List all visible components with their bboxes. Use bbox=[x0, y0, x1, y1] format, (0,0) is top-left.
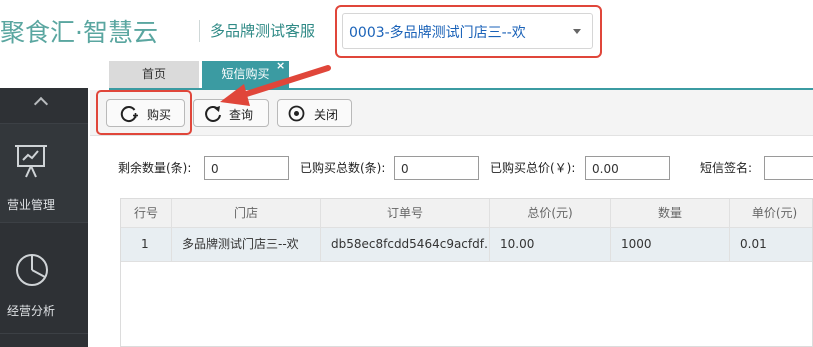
add-circle-icon bbox=[120, 106, 138, 123]
remaining-count-field[interactable]: 0 bbox=[204, 156, 289, 180]
presentation-board-icon bbox=[15, 145, 47, 178]
remaining-count-label: 剩余数量(条): bbox=[118, 161, 192, 175]
table-cell-store[interactable]: 多品牌测试门店三--欢 bbox=[172, 228, 321, 262]
table-cell-row-number[interactable]: 1 bbox=[121, 228, 172, 262]
orders-table: 行号 门店 订单号 总价(元) 数量 单价(元) 1 多品牌测试门店三--欢 d… bbox=[120, 198, 813, 347]
sms-signature-field[interactable] bbox=[764, 156, 813, 180]
sidebar-item-label: 营业管理 bbox=[6, 198, 55, 212]
column-header-row-number[interactable]: 行号 bbox=[121, 199, 172, 228]
table-empty-area bbox=[121, 262, 812, 346]
table-cell-order-number[interactable]: db58ec8fcdd5464c9acfdf… bbox=[321, 228, 490, 262]
chevron-down-icon[interactable] bbox=[573, 29, 581, 34]
store-select-value: 0003-多品牌测试门店三--欢 bbox=[349, 25, 526, 41]
purchased-count-label: 已购买总数(条): bbox=[300, 161, 386, 175]
table-cell-total-price[interactable]: 10.00 bbox=[490, 228, 611, 262]
column-header-order-number[interactable]: 订单号 bbox=[321, 199, 490, 228]
column-header-unit-price[interactable]: 单价(元) bbox=[730, 199, 812, 228]
tab-home[interactable]: 首页 bbox=[109, 61, 199, 88]
buy-button[interactable]: 购买 bbox=[106, 99, 185, 127]
sidebar-item-label: 经营分析 bbox=[6, 304, 55, 318]
annotation-arrow bbox=[220, 65, 331, 106]
buy-button-label: 购买 bbox=[147, 108, 172, 122]
sms-signature-label: 短信签名: bbox=[700, 161, 753, 175]
header-separator bbox=[199, 20, 200, 42]
purchased-total-price-label: 已购买总价(￥): bbox=[490, 161, 576, 175]
pie-chart-icon bbox=[16, 254, 48, 286]
service-name: 多品牌测试客服 bbox=[210, 22, 316, 40]
column-header-total-price[interactable]: 总价(元) bbox=[490, 199, 611, 228]
logo-text: 聚食汇·智慧云 bbox=[0, 18, 158, 47]
table-cell-unit-price[interactable]: 0.01 bbox=[730, 228, 812, 262]
column-header-store[interactable]: 门店 bbox=[172, 199, 321, 228]
sidebar-divider bbox=[0, 333, 88, 334]
column-header-quantity[interactable]: 数量 bbox=[611, 199, 730, 228]
purchased-count-field[interactable]: 0 bbox=[394, 156, 479, 180]
table-cell-quantity[interactable]: 1000 bbox=[611, 228, 730, 262]
app-logo: 聚食汇·智慧云 bbox=[0, 0, 200, 60]
purchased-total-price-field[interactable]: 0.00 bbox=[585, 156, 670, 180]
